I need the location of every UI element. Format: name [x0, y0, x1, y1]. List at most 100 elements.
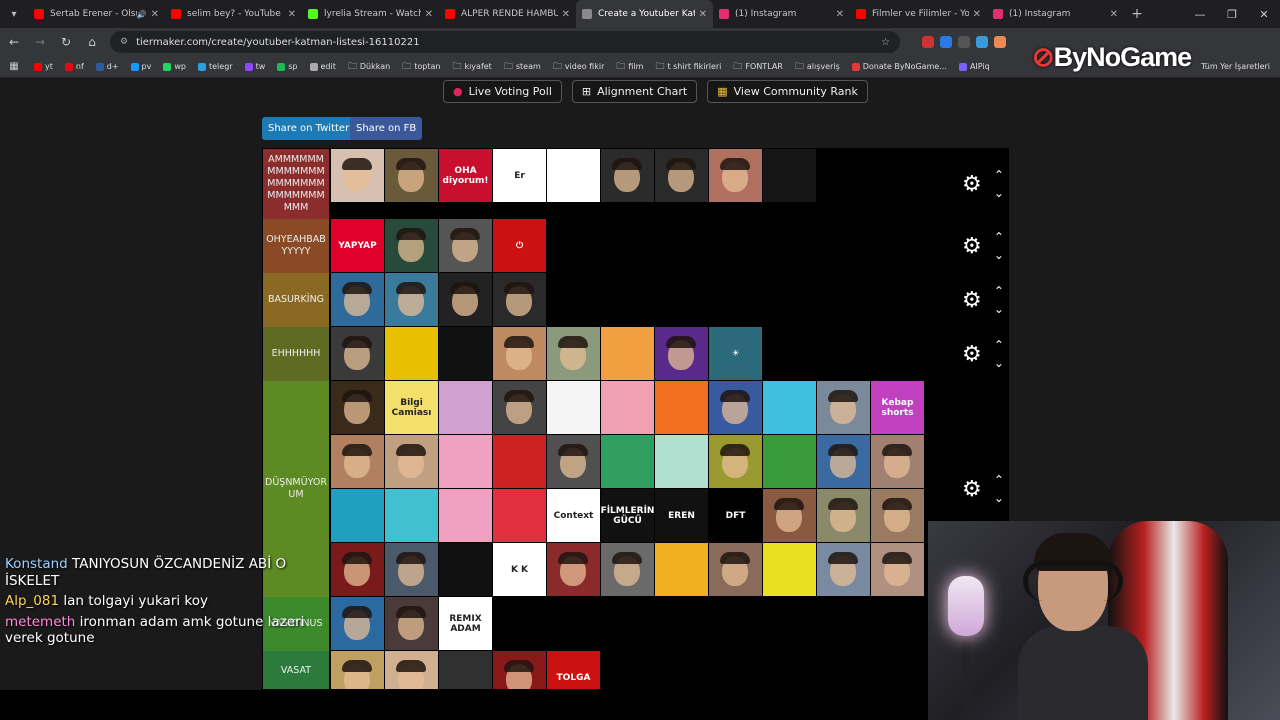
- youtuber-thumbnail[interactable]: [871, 543, 924, 596]
- live-voting-poll-button[interactable]: ● Live Voting Poll: [443, 80, 562, 103]
- youtuber-thumbnail[interactable]: [763, 543, 816, 596]
- youtuber-thumbnail[interactable]: [331, 273, 384, 326]
- browser-tab[interactable]: Create a Youtuber Katman ✕: [576, 0, 713, 28]
- tier-settings-gear-icon[interactable]: ⚙: [962, 342, 982, 367]
- youtuber-thumbnail[interactable]: FİLMLERİN GÜCÜ: [601, 489, 654, 542]
- youtuber-thumbnail[interactable]: [385, 597, 438, 650]
- bookmark-item[interactable]: sp: [277, 59, 298, 75]
- youtuber-thumbnail[interactable]: [763, 381, 816, 434]
- tier-settings-gear-icon[interactable]: ⚙: [962, 172, 982, 197]
- youtuber-thumbnail[interactable]: [547, 149, 600, 202]
- youtuber-thumbnail[interactable]: [601, 381, 654, 434]
- browser-tab[interactable]: ALPER RENDE HAMBURG ✕: [439, 0, 576, 28]
- tab-close-icon[interactable]: ✕: [562, 9, 570, 20]
- bookmark-item[interactable]: 🗀 FONTLAR: [733, 59, 782, 75]
- youtuber-thumbnail[interactable]: [331, 435, 384, 488]
- browser-tab[interactable]: lyrelia Stream - Watch Liv ✕: [302, 0, 439, 28]
- tab-search-chevron-icon[interactable]: ▾: [0, 0, 28, 28]
- youtuber-thumbnail[interactable]: [439, 651, 492, 689]
- youtuber-thumbnail[interactable]: Bilgi Camiası: [385, 381, 438, 434]
- tab-close-icon[interactable]: ✕: [1110, 9, 1118, 20]
- maximize-icon[interactable]: ❐: [1216, 0, 1248, 28]
- move-tier-down-icon[interactable]: ⌄: [994, 354, 1004, 372]
- site-info-icon[interactable]: ⚙: [120, 37, 128, 47]
- youtuber-thumbnail[interactable]: [385, 435, 438, 488]
- youtuber-thumbnail[interactable]: [331, 381, 384, 434]
- move-tier-up-icon[interactable]: ⌃: [994, 471, 1004, 489]
- move-tier-down-icon[interactable]: ⌄: [994, 489, 1004, 507]
- youtuber-thumbnail[interactable]: [547, 381, 600, 434]
- tab-audio-icon[interactable]: 🔊: [137, 10, 147, 19]
- share-twitter-button[interactable]: Share on Twitter: [262, 117, 356, 140]
- alignment-chart-button[interactable]: ⊞ Alignment Chart: [571, 80, 698, 103]
- youtuber-thumbnail[interactable]: [709, 149, 762, 202]
- youtuber-thumbnail[interactable]: [439, 435, 492, 488]
- bookmark-item[interactable]: telegr: [197, 59, 233, 75]
- youtuber-thumbnail[interactable]: [763, 149, 816, 202]
- youtuber-thumbnail[interactable]: [655, 381, 708, 434]
- extension-icon[interactable]: [940, 36, 952, 48]
- youtuber-thumbnail[interactable]: YAPYAP: [331, 219, 384, 272]
- move-tier-up-icon[interactable]: ⌃: [994, 228, 1004, 246]
- youtuber-thumbnail[interactable]: [439, 219, 492, 272]
- bookmark-star-icon[interactable]: ☆: [881, 37, 890, 48]
- youtuber-thumbnail[interactable]: Context: [547, 489, 600, 542]
- youtuber-thumbnail[interactable]: [331, 651, 384, 689]
- move-tier-up-icon[interactable]: ⌃: [994, 336, 1004, 354]
- tier-label[interactable]: BASURKİNG: [263, 273, 330, 327]
- bookmark-item[interactable]: 🗀 video fikir: [553, 59, 605, 75]
- bookmark-item[interactable]: edit: [309, 59, 336, 75]
- bookmark-item[interactable]: 🗀 kıyafet: [452, 59, 491, 75]
- minimize-icon[interactable]: —: [1184, 0, 1216, 28]
- browser-tab[interactable]: Sertab Erener - Olsun🔊 ✕: [28, 0, 165, 28]
- address-bar[interactable]: ⚙ tiermaker.com/create/youtuber-katman-l…: [110, 31, 900, 53]
- youtuber-thumbnail[interactable]: [385, 543, 438, 596]
- youtuber-thumbnail[interactable]: [709, 543, 762, 596]
- youtuber-thumbnail[interactable]: [493, 327, 546, 380]
- bookmark-item[interactable]: yt: [34, 59, 53, 75]
- youtuber-thumbnail[interactable]: [817, 489, 870, 542]
- youtuber-thumbnail[interactable]: [331, 327, 384, 380]
- tier-settings-gear-icon[interactable]: ⚙: [962, 234, 982, 259]
- bookmark-item[interactable]: 🗀 film: [616, 59, 643, 75]
- youtuber-thumbnail[interactable]: [385, 327, 438, 380]
- youtuber-thumbnail[interactable]: [871, 435, 924, 488]
- tab-close-icon[interactable]: ✕: [151, 9, 159, 20]
- youtuber-thumbnail[interactable]: [385, 219, 438, 272]
- move-tier-down-icon[interactable]: ⌄: [994, 246, 1004, 264]
- youtuber-thumbnail[interactable]: [439, 489, 492, 542]
- youtuber-thumbnail[interactable]: [655, 149, 708, 202]
- bookmark-item[interactable]: tw: [244, 59, 265, 75]
- move-tier-down-icon[interactable]: ⌄: [994, 300, 1004, 318]
- bookmark-item[interactable]: 🗀 alışveriş: [795, 59, 840, 75]
- tier-label[interactable]: VASAT: [263, 651, 330, 689]
- youtuber-thumbnail[interactable]: [439, 543, 492, 596]
- tier-label[interactable]: OHYEAHBABYYYYY: [263, 219, 330, 273]
- browser-tab[interactable]: Filmler ve Filimler - YouTu ✕: [850, 0, 987, 28]
- youtuber-thumbnail[interactable]: [709, 381, 762, 434]
- youtuber-thumbnail[interactable]: [493, 435, 546, 488]
- bookmark-item[interactable]: Donate ByNoGame...: [851, 59, 947, 75]
- youtuber-thumbnail[interactable]: [547, 543, 600, 596]
- move-tier-up-icon[interactable]: ⌃: [994, 282, 1004, 300]
- youtuber-thumbnail[interactable]: [385, 651, 438, 689]
- tab-close-icon[interactable]: ✕: [699, 9, 707, 20]
- youtuber-thumbnail[interactable]: DFT: [709, 489, 762, 542]
- tier-settings-gear-icon[interactable]: ⚙: [962, 288, 982, 313]
- youtuber-thumbnail[interactable]: [871, 489, 924, 542]
- community-rank-button[interactable]: ▦ View Community Rank: [707, 80, 868, 103]
- bookmark-item[interactable]: nf: [64, 59, 84, 75]
- youtuber-thumbnail[interactable]: [655, 327, 708, 380]
- tier-settings-gear-icon[interactable]: ⚙: [962, 477, 982, 502]
- tier-label[interactable]: EHHHHHH: [263, 327, 330, 381]
- youtuber-thumbnail[interactable]: [331, 489, 384, 542]
- extension-icon[interactable]: [922, 36, 934, 48]
- youtuber-thumbnail[interactable]: [763, 435, 816, 488]
- youtuber-thumbnail[interactable]: REMIX ADAM: [439, 597, 492, 650]
- close-window-icon[interactable]: ✕: [1248, 0, 1280, 28]
- tab-close-icon[interactable]: ✕: [836, 9, 844, 20]
- youtuber-thumbnail[interactable]: [709, 435, 762, 488]
- bookmark-item[interactable]: d+: [95, 59, 119, 75]
- bookmark-item[interactable]: 🗀 Dükkan: [348, 59, 390, 75]
- youtuber-thumbnail[interactable]: ☀: [709, 327, 762, 380]
